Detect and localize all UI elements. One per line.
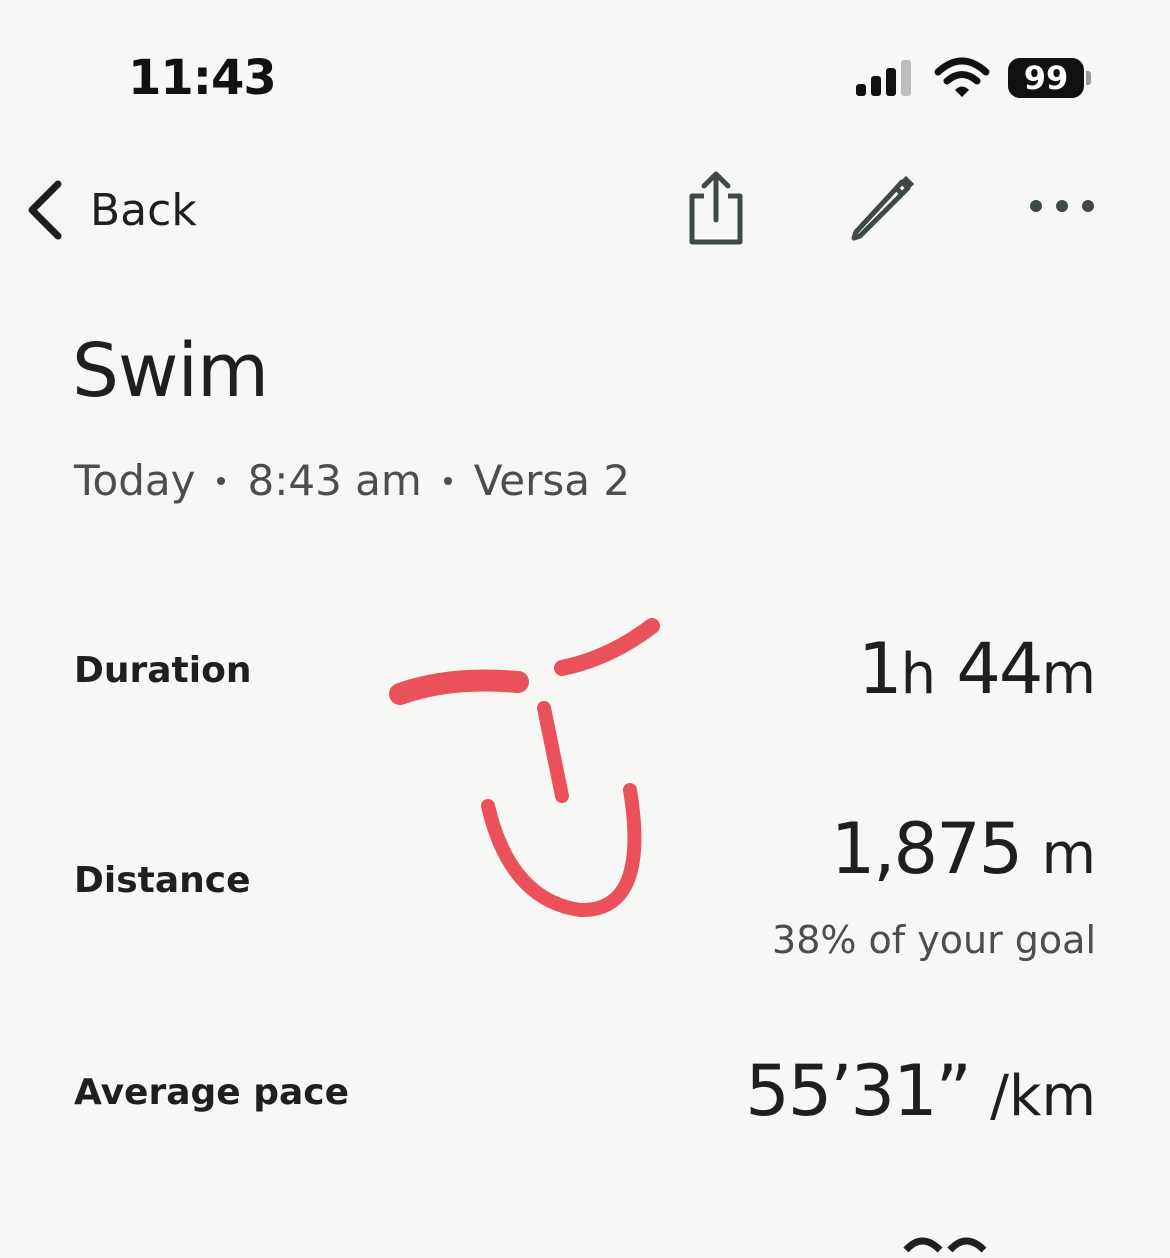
distance-goal-note: 38% of your goal — [772, 918, 1096, 962]
status-time: 11:43 — [128, 50, 277, 106]
duration-minutes: 44 — [956, 628, 1043, 710]
wifi-icon — [934, 57, 990, 97]
separator-dot — [217, 476, 226, 485]
distance-label: Distance — [74, 860, 251, 901]
pace-label: Average pace — [74, 1072, 350, 1113]
activity-device: Versa 2 — [473, 456, 631, 505]
hand-drawn-face-doodle — [389, 618, 660, 918]
battery-icon: 99 — [1008, 58, 1092, 100]
activity-time: 8:43 am — [247, 456, 422, 505]
back-label: Back — [90, 184, 197, 236]
pencil-edit-icon[interactable] — [846, 174, 918, 242]
duration-hours-unit: h — [900, 642, 937, 707]
back-button[interactable]: Back — [24, 170, 197, 250]
distance-value: 1,875 m — [831, 808, 1096, 890]
duration-label: Duration — [74, 650, 252, 691]
battery-level: 99 — [1008, 58, 1084, 98]
chevron-left-icon — [28, 180, 62, 240]
activity-title: Swim — [72, 328, 269, 414]
distance-number: 1,875 — [830, 808, 1023, 890]
share-icon[interactable] — [684, 170, 748, 246]
distance-unit: m — [1041, 822, 1096, 887]
duration-minutes-unit: m — [1041, 642, 1096, 707]
separator-dot — [443, 476, 452, 485]
duration-value: 1h 44m — [858, 628, 1096, 710]
activity-day: Today — [74, 456, 196, 505]
pace-unit: /km — [990, 1064, 1096, 1129]
pace-number: 55’31” — [745, 1050, 972, 1132]
next-metric-partial — [903, 1237, 987, 1253]
activity-subtitle: Today 8:43 am Versa 2 — [74, 456, 630, 505]
more-options-icon[interactable] — [1024, 186, 1100, 226]
pace-value: 55’31” /km — [745, 1050, 1096, 1132]
cellular-signal-icon — [856, 60, 911, 96]
duration-hours: 1 — [858, 628, 903, 710]
